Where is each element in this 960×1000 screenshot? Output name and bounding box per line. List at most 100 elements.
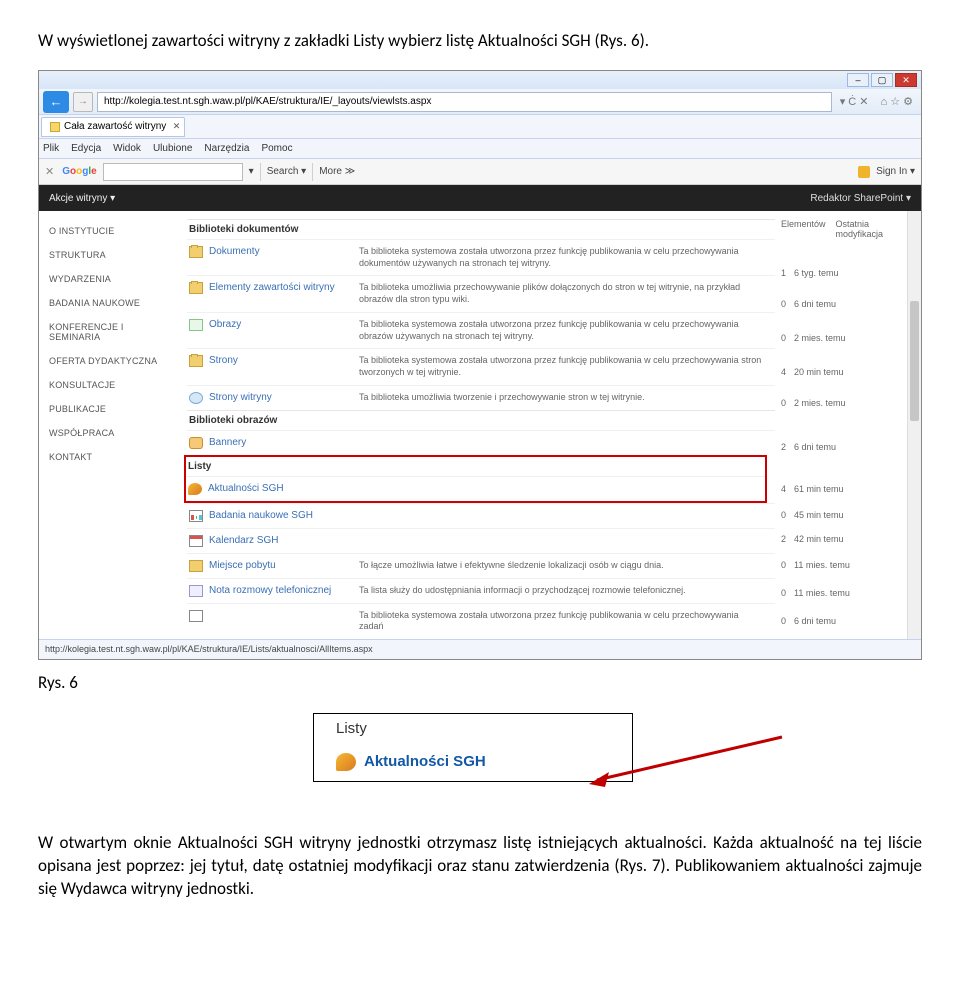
phone-icon: [189, 585, 203, 597]
folder-icon: [189, 282, 203, 294]
browser-tab[interactable]: Cała zawartość witryny ✕: [41, 117, 185, 137]
sidebar-item[interactable]: KONSULTACJE: [39, 373, 181, 397]
library-row[interactable]: Miejsce pobytu To łącze umożliwia łatwe …: [187, 553, 775, 578]
sidebar-item[interactable]: BADANIA NAUKOWE: [39, 291, 181, 315]
site-actions-button[interactable]: Akcje witryny ▾: [49, 193, 115, 204]
library-row[interactable]: Badania naukowe SGH: [187, 503, 775, 528]
menu-item[interactable]: Narzędzia: [204, 143, 249, 154]
library-row-aktualnosci[interactable]: Aktualności SGH: [186, 476, 765, 501]
address-bar-row: ← → http://kolegia.test.nt.sgh.waw.pl/pl…: [39, 89, 921, 115]
google-search-button[interactable]: Search ▾: [267, 166, 306, 177]
vertical-scrollbar[interactable]: [907, 211, 921, 639]
google-search-input[interactable]: [103, 163, 243, 181]
menu-item[interactable]: Widok: [113, 143, 141, 154]
forward-button[interactable]: →: [73, 92, 93, 112]
page-icon: [189, 610, 203, 622]
library-row[interactable]: Strony Ta biblioteka systemowa została u…: [187, 348, 775, 384]
google-signin-button[interactable]: Sign In ▾: [876, 166, 915, 177]
tab-close-icon[interactable]: ✕: [173, 121, 181, 132]
column-header-modified: Ostatnia modyfikacja: [836, 219, 913, 239]
red-arrow-icon: [587, 732, 787, 792]
library-name[interactable]: Kalendarz SGH: [209, 535, 359, 546]
library-name[interactable]: Strony: [209, 355, 359, 366]
user-menu[interactable]: Redaktor SharePoint ▾: [810, 193, 911, 204]
section-header-listy: Listy: [186, 457, 765, 476]
announcement-icon: [336, 753, 356, 771]
address-input[interactable]: http://kolegia.test.nt.sgh.waw.pl/pl/KAE…: [97, 92, 832, 112]
screenshot-browser-window: – ▢ ✕ ← → http://kolegia.test.nt.sgh.waw…: [38, 70, 922, 660]
library-row[interactable]: Ta biblioteka systemowa została utworzon…: [187, 603, 775, 639]
library-row[interactable]: Obrazy Ta biblioteka systemowa została u…: [187, 312, 775, 348]
sharepoint-meta-column: Elementów Ostatnia modyfikacja 16 tyg. t…: [781, 211, 921, 639]
menu-item[interactable]: Edycja: [71, 143, 101, 154]
section-header: Biblioteki dokumentów: [187, 219, 775, 239]
library-desc: Ta biblioteka umożliwia przechowywanie p…: [359, 282, 773, 305]
library-desc: Ta lista służy do udostępniania informac…: [359, 585, 773, 597]
sidebar-item[interactable]: PUBLIKACJE: [39, 397, 181, 421]
zoom-aktualnosci-link[interactable]: Aktualności SGH: [364, 753, 486, 770]
library-row[interactable]: Elementy zawartości witryny Ta bibliotek…: [187, 275, 775, 311]
close-button[interactable]: ✕: [895, 73, 917, 87]
library-desc: Ta biblioteka systemowa została utworzon…: [359, 355, 773, 378]
sharepoint-main: Biblioteki dokumentów Dokumenty Ta bibli…: [181, 211, 921, 639]
library-name[interactable]: Dokumenty: [209, 246, 359, 257]
calendar-icon: [189, 535, 203, 547]
library-name[interactable]: Elementy zawartości witryny: [209, 282, 359, 293]
library-row[interactable]: Strony witryny Ta biblioteka umożliwia t…: [187, 385, 775, 410]
library-row[interactable]: Nota rozmowy telefonicznej Ta lista służ…: [187, 578, 775, 603]
library-row[interactable]: Bannery: [187, 430, 775, 455]
zoom-crop: Listy Aktualności SGH: [313, 713, 633, 782]
sharepoint-list-column: Biblioteki dokumentów Dokumenty Ta bibli…: [181, 211, 781, 639]
intro-paragraph: W wyświetlonej zawartości witryny z zakł…: [38, 30, 922, 52]
library-desc: Ta biblioteka umożliwia tworzenie i prze…: [359, 392, 773, 404]
browser-menu-bar: Plik Edycja Widok Ulubione Narzędzia Pom…: [39, 139, 921, 159]
folder-icon: [189, 246, 203, 258]
location-icon: [189, 560, 203, 572]
address-tool-icons[interactable]: ⌂ ☆ ⚙: [877, 95, 917, 108]
sharepoint-ribbon: Akcje witryny ▾ Redaktor SharePoint ▾: [39, 185, 921, 211]
sharepoint-body: O INSTYTUCIE STRUKTURA WYDARZENIA BADANI…: [39, 211, 921, 639]
announcement-icon: [188, 483, 202, 495]
sidebar-item[interactable]: WYDARZENIA: [39, 267, 181, 291]
menu-item[interactable]: Plik: [43, 143, 59, 154]
section-header: Biblioteki obrazów: [187, 410, 775, 430]
menu-item[interactable]: Ulubione: [153, 143, 192, 154]
address-right-icons: ▾ Ċ ✕: [836, 95, 873, 108]
library-name[interactable]: Nota rozmowy telefonicznej: [209, 585, 359, 596]
banner-icon: [189, 437, 203, 449]
window-chrome: – ▢ ✕: [39, 71, 921, 89]
globe-icon: [189, 392, 203, 404]
menu-item[interactable]: Pomoc: [261, 143, 292, 154]
folder-icon: [189, 355, 203, 367]
google-label: Google: [62, 166, 96, 177]
back-button[interactable]: ←: [43, 91, 69, 113]
figure-caption-6: Rys. 6: [38, 672, 922, 693]
sidebar-item[interactable]: STRUKTURA: [39, 243, 181, 267]
library-desc: To łącze umożliwia łatwe i efektywne śle…: [359, 560, 773, 572]
sidebar-item[interactable]: KONTAKT: [39, 445, 181, 469]
minimize-button[interactable]: –: [847, 73, 869, 87]
sidebar-item[interactable]: OFERTA DYDAKTYCZNA: [39, 349, 181, 373]
browser-status-bar: http://kolegia.test.nt.sgh.waw.pl/pl/KAE…: [39, 639, 921, 659]
library-name[interactable]: Strony witryny: [209, 392, 359, 403]
zoom-aktualnosci-row[interactable]: Aktualności SGH: [314, 747, 632, 781]
library-desc: Ta biblioteka systemowa została utworzon…: [359, 319, 773, 342]
zoom-listy-label: Listy: [314, 714, 632, 747]
library-row[interactable]: Dokumenty Ta biblioteka systemowa został…: [187, 239, 775, 275]
library-name[interactable]: Aktualności SGH: [208, 483, 358, 494]
maximize-button[interactable]: ▢: [871, 73, 893, 87]
toolbar-close-icon[interactable]: ✕: [45, 165, 56, 178]
column-header-count: Elementów: [781, 219, 826, 239]
browser-tab-row: Cała zawartość witryny ✕: [39, 115, 921, 139]
library-name[interactable]: Bannery: [209, 437, 359, 448]
sidebar-item[interactable]: O INSTYTUCIE: [39, 219, 181, 243]
library-name[interactable]: Badania naukowe SGH: [209, 510, 359, 521]
library-name[interactable]: Miejsce pobytu: [209, 560, 359, 571]
sidebar-item[interactable]: WSPÓŁPRACA: [39, 421, 181, 445]
google-more-button[interactable]: More ≫: [319, 166, 355, 177]
sharepoint-sidebar: O INSTYTUCIE STRUKTURA WYDARZENIA BADANI…: [39, 211, 181, 639]
sidebar-item[interactable]: KONFERENCJE I SEMINARIA: [39, 315, 181, 349]
library-name[interactable]: Obrazy: [209, 319, 359, 330]
library-row[interactable]: Kalendarz SGH: [187, 528, 775, 553]
google-toolbar: ✕ Google ▾ Search ▾ More ≫ Sign In ▾: [39, 159, 921, 185]
